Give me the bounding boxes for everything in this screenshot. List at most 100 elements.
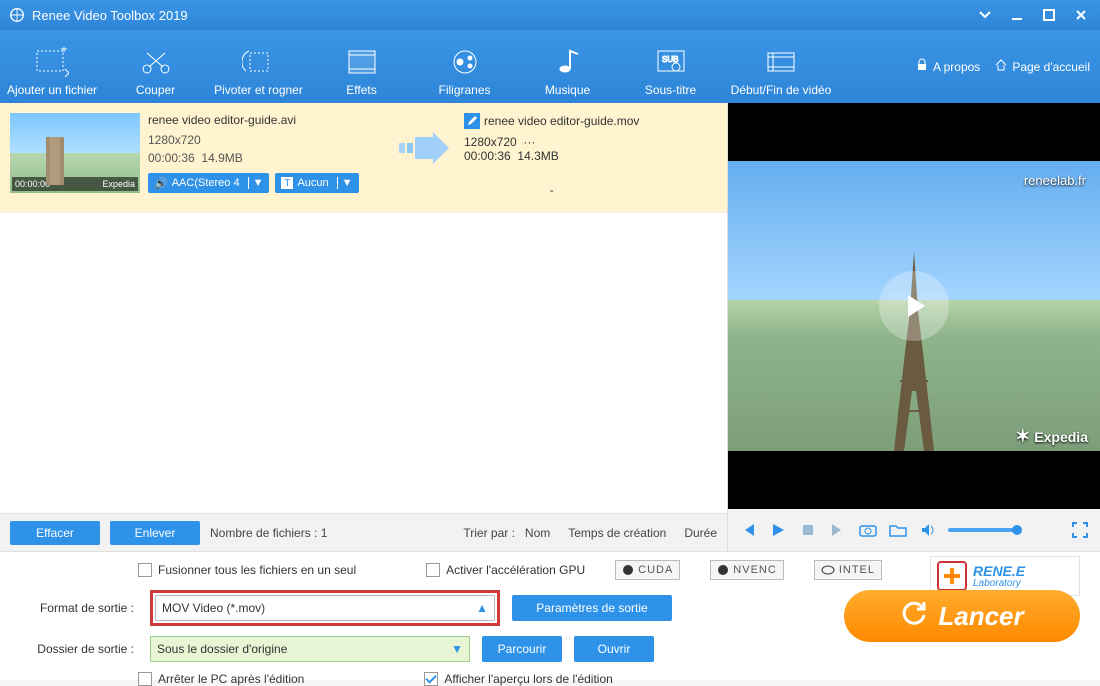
sort-by-label: Trier par :: [463, 526, 515, 540]
format-highlight: MOV Video (*.mov) ▲: [150, 590, 500, 626]
gpu-checkbox[interactable]: [426, 563, 440, 577]
subtitle-icon: SUB: [654, 45, 688, 79]
folder-value: Sous le dossier d'origine: [157, 642, 287, 656]
merge-checkbox[interactable]: [138, 563, 152, 577]
output-dots: ···: [523, 135, 535, 149]
play-button[interactable]: [768, 520, 788, 540]
merge-label: Fusionner tous les fichiers en un seul: [158, 563, 356, 577]
volume-icon[interactable]: [918, 520, 938, 540]
chevron-down-icon: ▼: [337, 177, 353, 189]
rename-button[interactable]: [464, 113, 480, 129]
toolbar-rotate-crop[interactable]: Pivoter et rogner: [207, 30, 310, 103]
toolbar-label: Musique: [545, 83, 590, 97]
home-link[interactable]: Page d'accueil: [994, 58, 1090, 75]
minimize-icon[interactable]: [1006, 4, 1028, 26]
toolbar-label: Pivoter et rogner: [214, 83, 303, 97]
launch-button[interactable]: Lancer: [844, 590, 1080, 642]
effects-icon: [345, 45, 379, 79]
audio-track-dropdown[interactable]: 🔊 AAC(Stereo 4 ▼: [148, 173, 269, 193]
fullscreen-button[interactable]: [1070, 520, 1090, 540]
sort-by-name[interactable]: Nom: [525, 526, 550, 540]
app-title: Renee Video Toolbox 2019: [32, 8, 188, 23]
gpu-badge-cuda: CUDA: [615, 560, 680, 580]
rotate-crop-icon: [242, 45, 276, 79]
output-dash: -: [464, 183, 639, 197]
player-controls: [728, 509, 1100, 551]
input-duration: 00:00:36: [148, 151, 195, 165]
file-list-empty: [0, 213, 727, 513]
logo-cross-icon: [937, 561, 967, 591]
output-folder-dropdown[interactable]: Sous le dossier d'origine ▼: [150, 636, 470, 662]
music-icon: [551, 45, 585, 79]
remove-button[interactable]: Enlever: [110, 521, 200, 545]
watermark-icon: [448, 45, 482, 79]
output-panel: RENE.E Laboratory Fusionner tous les fic…: [0, 551, 1100, 680]
titlebar: Renee Video Toolbox 2019: [0, 0, 1100, 30]
output-size: 14.3MB: [517, 149, 558, 163]
sort-by-time[interactable]: Temps de création: [568, 526, 666, 540]
audio-pill-label: AAC(Stereo 4: [172, 177, 240, 189]
home-label: Page d'accueil: [1012, 60, 1090, 74]
preview-chk-label: Afficher l'aperçu lors de l'édition: [444, 672, 612, 686]
chevron-down-icon: ▼: [248, 177, 264, 189]
preview-pane: reneelab.fr ✶Expedia: [728, 103, 1100, 551]
file-count-label: Nombre de fichiers : 1: [210, 526, 327, 540]
subtitle-t-icon: T: [281, 177, 293, 189]
toolbar-trim[interactable]: Début/Fin de vidéo: [722, 30, 840, 103]
format-value: MOV Video (*.mov): [162, 601, 265, 615]
volume-slider[interactable]: [948, 528, 1020, 532]
toolbar-subtitle[interactable]: SUB Sous-titre: [619, 30, 722, 103]
output-duration: 00:00:36: [464, 149, 511, 163]
output-format-dropdown[interactable]: MOV Video (*.mov) ▲: [155, 595, 495, 621]
add-file-icon: [35, 45, 69, 79]
preview-watermark: reneelab.fr: [1024, 173, 1086, 188]
home-icon: [994, 58, 1008, 75]
prev-button[interactable]: [738, 520, 758, 540]
toolbar-cut[interactable]: Couper: [104, 30, 207, 103]
next-button[interactable]: [828, 520, 848, 540]
lock-icon: [915, 58, 929, 75]
sort-by-duration[interactable]: Durée: [684, 526, 717, 540]
menu-down-icon[interactable]: [974, 4, 996, 26]
subtitle-dropdown[interactable]: T Aucun ▼: [275, 173, 358, 193]
speaker-icon: 🔊: [154, 177, 168, 190]
file-row[interactable]: 00:00:00 Expedia renee video editor-guid…: [0, 103, 727, 213]
file-thumbnail: 00:00:00 Expedia: [10, 113, 140, 193]
close-icon[interactable]: [1070, 4, 1092, 26]
preview-source-badge: ✶Expedia: [1015, 426, 1088, 447]
toolbar-add-file[interactable]: Ajouter un fichier: [0, 30, 104, 103]
subs-pill-label: Aucun: [297, 177, 328, 189]
browse-button[interactable]: Parcourir: [482, 636, 562, 662]
shutdown-label: Arrêter le PC après l'édition: [158, 672, 304, 686]
app-logo-icon: [8, 6, 26, 24]
open-button[interactable]: Ouvrir: [574, 636, 654, 662]
list-toolbar: Effacer Enlever Nombre de fichiers : 1 T…: [0, 513, 727, 551]
toolbar-music[interactable]: Musique: [516, 30, 619, 103]
toolbar-label: Ajouter un fichier: [7, 83, 97, 97]
snapshot-button[interactable]: [858, 520, 878, 540]
preview-checkbox[interactable]: [424, 672, 438, 686]
toolbar-label: Filigranes: [438, 83, 490, 97]
output-params-button[interactable]: Paramètres de sortie: [512, 595, 672, 621]
stop-button[interactable]: [798, 520, 818, 540]
output-filename: renee video editor-guide.mov: [484, 114, 639, 128]
main-toolbar: Ajouter un fichier Couper Pivoter et rog…: [0, 30, 1100, 103]
toolbar-watermarks[interactable]: Filigranes: [413, 30, 516, 103]
about-link[interactable]: A propos: [915, 58, 980, 75]
clear-button[interactable]: Effacer: [10, 521, 100, 545]
shutdown-checkbox[interactable]: [138, 672, 152, 686]
logo-main-text: RENE.E: [973, 564, 1025, 578]
play-overlay-button[interactable]: [879, 271, 949, 341]
toolbar-label: Sous-titre: [645, 83, 696, 97]
thumb-time: 00:00:00: [15, 179, 50, 189]
folder-label: Dossier de sortie :: [14, 642, 138, 656]
toolbar-label: Début/Fin de vidéo: [731, 83, 832, 97]
maximize-icon[interactable]: [1038, 4, 1060, 26]
open-folder-button[interactable]: [888, 520, 908, 540]
input-filename: renee video editor-guide.avi: [148, 113, 384, 127]
input-resolution: 1280x720: [148, 133, 384, 147]
chevron-up-icon: ▲: [476, 601, 488, 615]
logo-sub-text: Laboratory: [973, 578, 1025, 589]
video-preview: reneelab.fr ✶Expedia: [728, 103, 1100, 509]
toolbar-effects[interactable]: Effets: [310, 30, 413, 103]
